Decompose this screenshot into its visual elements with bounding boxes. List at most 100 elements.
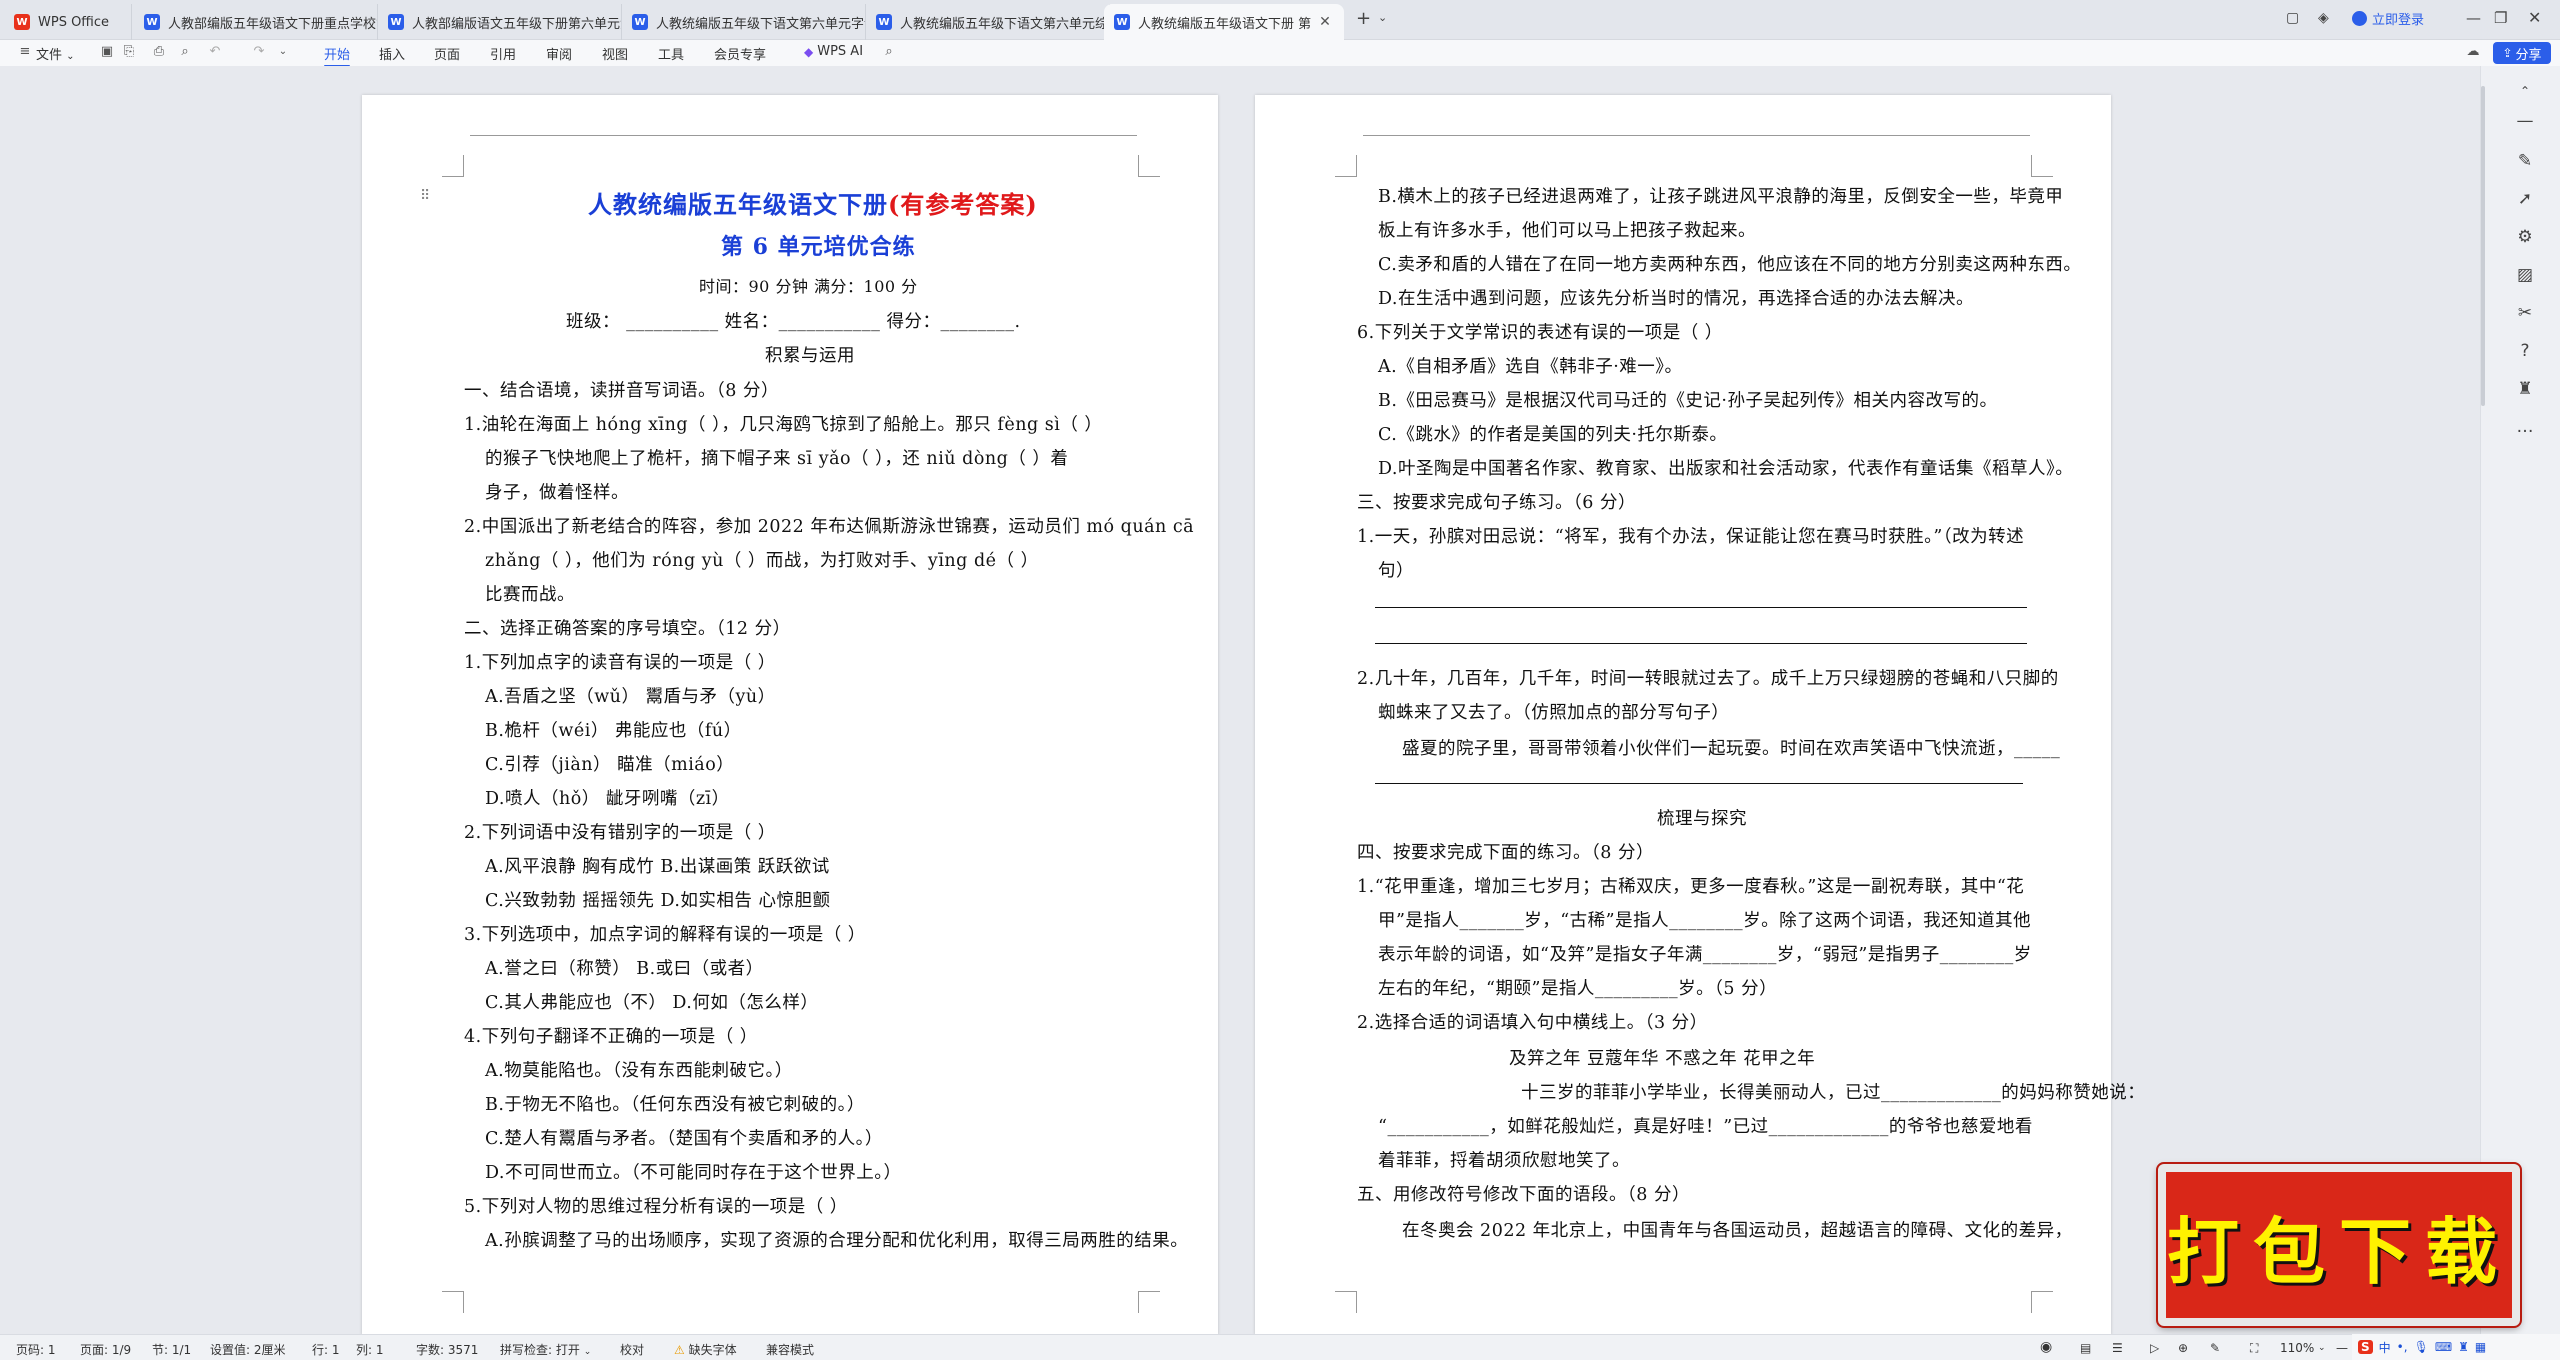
crop-mark <box>442 155 464 177</box>
menu-wps-ai[interactable]: ◆ WPS AI <box>804 44 863 59</box>
page-2-line: 在冬奥会 2022 年北京上，中国青年与各国运动员，超越语言的障碍、文化的差异， <box>1402 1221 2073 1241</box>
page-view-icon[interactable]: ▤ <box>2080 1341 2091 1355</box>
menu-tools[interactable]: 工具 <box>658 44 684 63</box>
web-view-icon[interactable]: ⊕ <box>2178 1341 2188 1355</box>
page-1-line: 的猴子飞快地爬上了桅杆，摘下帽子来 sī yǎo（ ），还 niǔ dòng（ … <box>485 449 1069 469</box>
ime-logo-icon: S <box>2358 1340 2373 1354</box>
page-2-line: 甲”是指人_______岁，“古稀”是指人________岁。除了这两个词语，我… <box>1378 911 2032 931</box>
image-edit-icon[interactable]: ▨ <box>2514 264 2536 286</box>
play-icon[interactable]: ▷ <box>2150 1341 2159 1355</box>
tab-document-5-active[interactable]: W 人教统编版五年级语文下册 第 ✕ <box>1104 4 1344 40</box>
zoom-level[interactable]: 110% <box>2280 1341 2314 1355</box>
page-1-line: 二、选择正确答案的序号填空。（12 分） <box>464 619 791 639</box>
share-button[interactable]: ⇪ 分享 <box>2493 42 2551 64</box>
tab-list-chevron-icon[interactable]: ⌄ <box>1378 11 1387 24</box>
search-icon[interactable]: ⌕ <box>882 45 896 59</box>
status-page-number[interactable]: 页码: 1 <box>16 1341 56 1358</box>
section-heading: 梳理与探究 <box>1657 809 1747 829</box>
hamburger-menu-icon[interactable]: ≡ <box>18 45 32 59</box>
eye-protect-icon[interactable]: ◉ <box>2040 1339 2052 1355</box>
document-page-2[interactable]: B.横木上的孩子已经进退两难了，让孩子跳进风平浪静的海里，反倒安全一些，毕竟甲板… <box>1255 95 2145 1335</box>
tab-document-3[interactable]: W 人教统编版五年级下语文第六单元字词 <box>622 4 866 40</box>
page-2-line: 蜘蛛来了又去了。（仿照加点的部分写句子） <box>1378 703 1730 723</box>
export-pdf-icon[interactable]: ⎘ <box>122 45 136 59</box>
shirt-icon[interactable]: ♜ <box>2514 378 2536 400</box>
status-page-count[interactable]: 页面: 1/9 <box>80 1341 131 1358</box>
ime-chinese-icon: 中 <box>2378 1340 2391 1355</box>
wps-logo-icon: W <box>14 14 30 30</box>
exam-time: 时间：90 分钟 满分：100 分 <box>699 277 918 296</box>
tab-label: 人教统编版五年级下语文第六单元综合 <box>900 16 1110 32</box>
print-preview-icon[interactable]: ⌕ <box>178 45 192 59</box>
window-close-icon[interactable]: ✕ <box>2528 8 2541 27</box>
page-1-line: D.不可同世而立。（不可能同时存在于这个世界上。） <box>485 1163 902 1183</box>
title-bar: W WPS Office W 人教部编版五年级语文下册重点学校第 W 人教部编版… <box>0 0 2560 40</box>
minus-icon[interactable]: — <box>2514 110 2536 132</box>
undo-icon[interactable]: ↶ <box>208 45 222 59</box>
collapse-up-icon[interactable]: ⌃ <box>2514 80 2536 102</box>
minimize-icon[interactable]: — <box>2466 9 2481 27</box>
download-package-banner[interactable]: 打包下载 <box>2156 1162 2522 1328</box>
status-proofread[interactable]: 校对 <box>620 1341 644 1358</box>
outline-view-icon[interactable]: ☰ <box>2112 1341 2123 1355</box>
menu-insert[interactable]: 插入 <box>379 44 405 63</box>
status-row[interactable]: 行: 1 <box>312 1341 340 1358</box>
status-column[interactable]: 列: 1 <box>356 1341 384 1358</box>
status-setting[interactable]: 设置值: 2厘米 <box>210 1341 286 1358</box>
page-2-line: “___________，如鲜花般灿烂，真是好哇！”已过____________… <box>1378 1117 2033 1137</box>
warning-icon: ⚠ <box>674 1343 685 1357</box>
tab-label: 人教部编版五年级语文下册重点学校第 <box>168 16 378 32</box>
page-1-line: B.桅杆（wéi） 弗能应也（fú） <box>485 721 742 741</box>
tools-icon[interactable]: ✂ <box>2514 302 2536 324</box>
document-page-1[interactable]: ⠿ 人教统编版五年级语文下册(有参考答案) 第 6 单元培优合练 时间：90 分… <box>362 95 1218 1335</box>
zoom-chevron-icon[interactable]: ⌄ <box>2318 1343 2326 1353</box>
status-section[interactable]: 节: 1/1 <box>152 1341 191 1358</box>
user-avatar-icon <box>2352 11 2367 26</box>
box-icon[interactable]: ◈ <box>2318 10 2329 26</box>
tab-document-4[interactable]: W 人教统编版五年级下语文第六单元综合 <box>866 4 1110 40</box>
quick-access-chevron-icon[interactable]: ⌄ <box>276 45 290 59</box>
adjust-icon[interactable]: ⚙ <box>2514 226 2536 248</box>
tab-home[interactable]: W WPS Office <box>4 4 132 40</box>
redo-icon[interactable]: ↷ <box>252 45 266 59</box>
page-1-line: C.楚人有鬻盾与矛者。（楚国有个卖盾和矛的人。） <box>485 1129 883 1149</box>
menu-page[interactable]: 页面 <box>434 44 460 63</box>
status-spellcheck[interactable]: 拼写检查: 打开 ⌄ <box>500 1341 591 1358</box>
header-rule <box>1363 135 2030 136</box>
menu-home[interactable]: 开始 <box>324 44 351 67</box>
vertical-scrollbar[interactable] <box>2481 86 2485 406</box>
menu-review[interactable]: 审阅 <box>546 44 572 63</box>
save-icon[interactable]: ▣ <box>100 45 114 59</box>
tab-document-2[interactable]: W 人教部编版语文五年级下册第六单元测 <box>378 4 622 40</box>
pen-edit-icon[interactable]: ✎ <box>2514 150 2536 172</box>
print-icon[interactable]: ⎙ <box>152 45 166 59</box>
ime-toolbar[interactable]: S 中 •, 🎙 ⌨ ♜ ▦ <box>2352 1334 2560 1360</box>
login-button[interactable]: 立即登录 <box>2352 9 2424 28</box>
menu-file[interactable]: 文件 ⌄ <box>36 44 75 63</box>
cursor-select-icon[interactable]: ➚ <box>2514 188 2536 210</box>
pen-view-icon[interactable]: ✎ <box>2210 1341 2220 1355</box>
maximize-icon[interactable]: ❐ <box>2494 9 2507 27</box>
help-icon[interactable]: ? <box>2514 340 2536 362</box>
zoom-out-icon[interactable]: — <box>2336 1341 2348 1355</box>
status-compat-mode[interactable]: 兼容模式 <box>766 1341 814 1358</box>
status-word-count[interactable]: 字数: 3571 <box>416 1341 478 1358</box>
status-missing-font[interactable]: ⚠ 缺失字体 <box>674 1341 737 1358</box>
menu-references[interactable]: 引用 <box>490 44 516 63</box>
new-tab-plus-icon[interactable]: + <box>1356 8 1371 29</box>
window-restore-icon[interactable]: ▢ <box>2286 10 2299 26</box>
header-rule <box>470 135 1137 136</box>
fit-page-icon[interactable]: ⛶ <box>2250 1341 2258 1356</box>
tab-document-1[interactable]: W 人教部编版五年级语文下册重点学校第 <box>134 4 378 40</box>
page-1-line: 1.下列加点字的读音有误的一项是（ ） <box>464 653 776 673</box>
answer-line <box>1375 607 2027 608</box>
writer-doc-icon: W <box>144 14 160 30</box>
more-icon[interactable]: … <box>2514 416 2536 438</box>
ime-keyboard-icon: ⌨ <box>2434 1340 2453 1354</box>
menu-view[interactable]: 视图 <box>602 44 628 63</box>
menu-member[interactable]: 会员专享 <box>714 44 766 63</box>
page-2-line: 盛夏的院子里，哥哥带领着小伙伴们一起玩耍。时间在欢声笑语中飞快流逝，_____ <box>1402 739 2061 759</box>
close-tab-icon[interactable]: ✕ <box>1319 14 1331 30</box>
cloud-sync-icon[interactable]: ☁ <box>2466 45 2480 59</box>
drag-handle-icon[interactable]: ⠿ <box>420 188 430 204</box>
